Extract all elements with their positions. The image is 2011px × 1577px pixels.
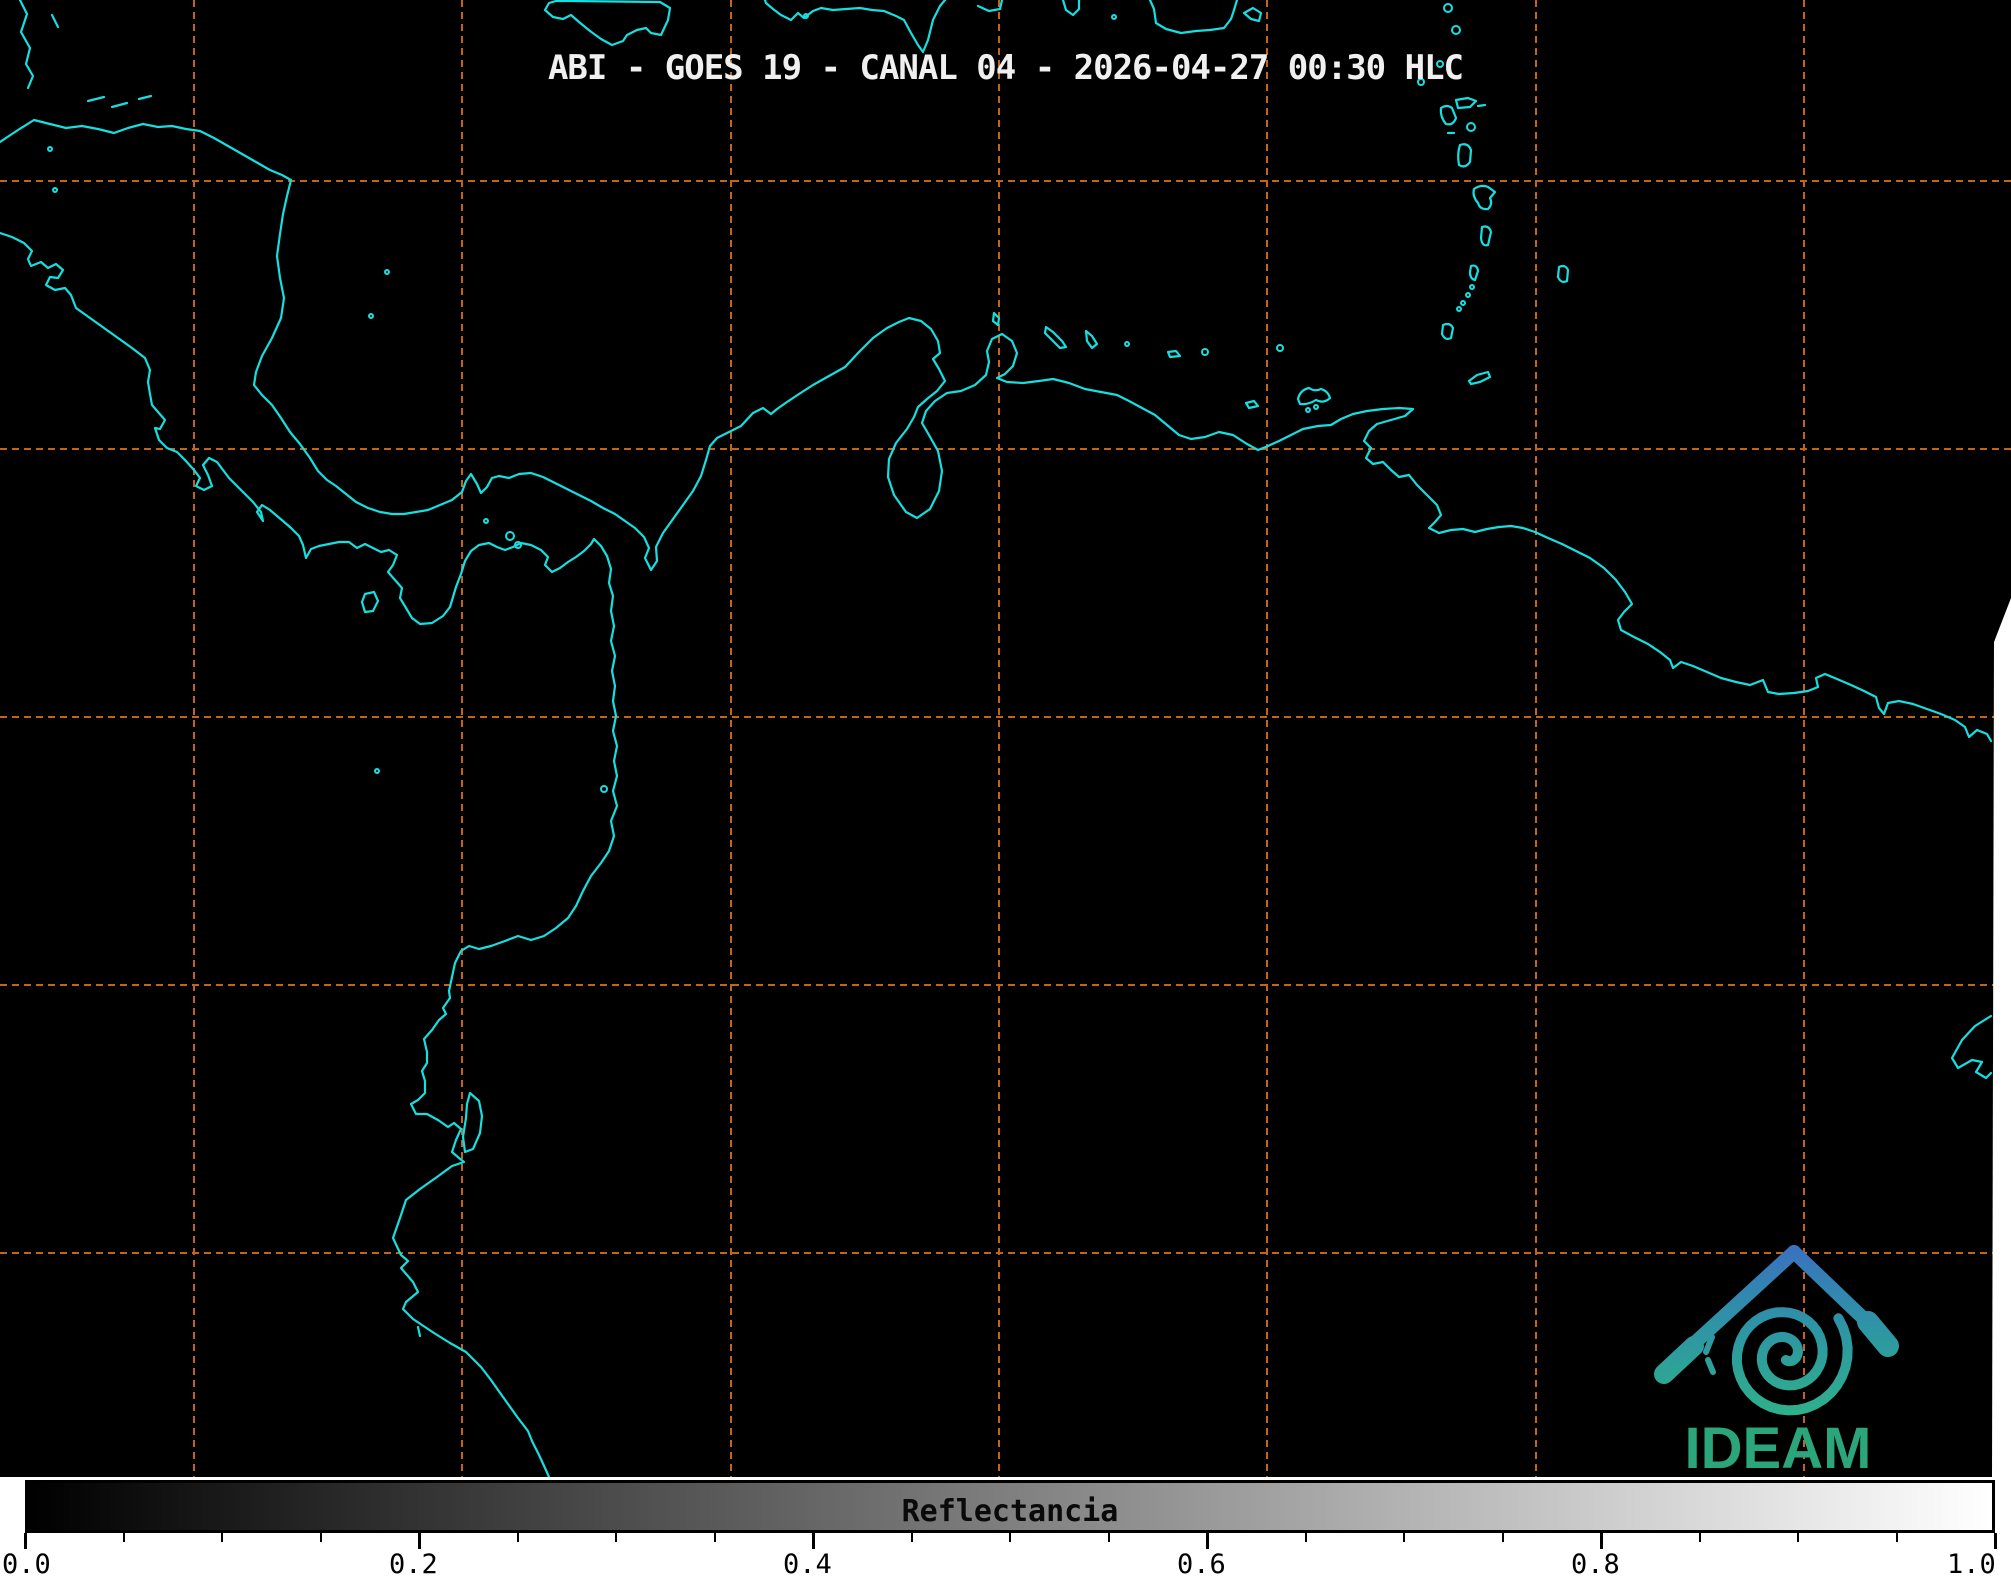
island-dot — [600, 785, 608, 793]
coastline-path — [1439, 104, 1458, 126]
island-dot — [483, 518, 489, 524]
ideam-logo-text: IDEAM — [1685, 1416, 1872, 1477]
ideam-logo: IDEAM — [1654, 1245, 1899, 1477]
logo-brush-mark — [1705, 1357, 1716, 1375]
coastline-path — [137, 94, 153, 101]
island-dot — [1124, 341, 1130, 347]
minor-tick — [1403, 1533, 1405, 1542]
island-dot — [1111, 14, 1117, 20]
scan-sector-edge — [1992, 598, 2011, 1477]
minor-tick — [1107, 1533, 1110, 1542]
island-dot — [384, 269, 390, 275]
minor-tick — [221, 1533, 223, 1542]
minor-tick — [516, 1533, 519, 1542]
coastline-path — [0, 231, 619, 1477]
minor-tick — [319, 1533, 322, 1542]
major-tick — [1993, 1533, 1997, 1549]
minor-tick — [713, 1533, 716, 1542]
minor-tick — [1009, 1533, 1011, 1542]
island-dot — [1451, 25, 1461, 35]
logo-mountain-stroke — [1654, 1336, 1704, 1384]
island-dot — [1276, 344, 1284, 352]
coastline-path — [1084, 329, 1099, 350]
tick-label: 0.0 — [2, 1549, 51, 1577]
island-dot — [1466, 122, 1476, 132]
coastline-path — [360, 590, 380, 614]
coastline-path — [1148, 0, 1239, 35]
island-dot — [1305, 407, 1311, 413]
coastline-path — [1061, 0, 1081, 17]
coastline-path — [1950, 1014, 1993, 1080]
tick-label: 1.0 — [1947, 1549, 1996, 1577]
major-tick — [23, 1533, 27, 1549]
major-tick — [811, 1533, 815, 1549]
coastline-path — [1457, 143, 1473, 168]
island-dot — [1469, 284, 1475, 290]
minor-tick — [1304, 1533, 1307, 1542]
minor-tick — [910, 1533, 913, 1542]
minor-tick — [1895, 1533, 1898, 1542]
island-dot — [1313, 404, 1319, 410]
island-dot — [1443, 3, 1453, 13]
coastline-path — [1244, 399, 1260, 410]
island-dot — [505, 531, 515, 541]
coastline-path — [1472, 184, 1497, 211]
coastline-path — [763, 0, 947, 54]
colorbar-panel: Reflectancia 0.0 0.2 0.4 0.6 0.8 1.0 — [0, 1477, 2011, 1577]
minor-tick — [1797, 1533, 1799, 1542]
colorbar-title: Reflectancia — [901, 1494, 1119, 1529]
island-dot — [368, 313, 374, 319]
coastline-path — [1467, 370, 1492, 386]
major-tick — [1599, 1533, 1603, 1549]
minor-tick — [1698, 1533, 1701, 1542]
major-tick — [1205, 1533, 1209, 1549]
coastline-path — [1440, 322, 1455, 340]
coastline-path — [110, 101, 129, 109]
island-dot — [52, 187, 58, 193]
coastline-path — [0, 118, 1993, 743]
coastline-path — [1454, 96, 1478, 110]
coastline-path — [543, 0, 672, 47]
logo-mountain-stroke — [1857, 1311, 1899, 1357]
island-dot — [1465, 292, 1471, 298]
coastline-path — [1043, 325, 1068, 350]
satellite-image-viewer: IDEAM ABI - GOES 19 - CANAL 04 - 2026-04… — [0, 0, 2011, 1577]
image-title: ABI - GOES 19 - CANAL 04 - 2026-04-27 00… — [547, 48, 1464, 88]
tick-label: 0.4 — [783, 1549, 832, 1577]
island-dot — [1201, 348, 1209, 356]
coastline-path — [1468, 264, 1480, 282]
map-canvas: IDEAM — [0, 0, 2011, 1477]
major-tick — [417, 1533, 421, 1549]
coastline-path — [1476, 103, 1487, 108]
coastline-path — [1166, 349, 1182, 359]
minor-tick — [615, 1533, 617, 1542]
tick-label: 0.6 — [1177, 1549, 1226, 1577]
island-dot — [47, 146, 53, 152]
tick-label: 0.8 — [1571, 1549, 1620, 1577]
island-dot — [374, 768, 380, 774]
latlon-grid — [0, 0, 2011, 1477]
coastlines — [0, 0, 1993, 1477]
minor-tick — [1501, 1533, 1504, 1542]
island-dot — [1460, 300, 1466, 306]
coastline-path — [416, 1325, 422, 1338]
logo-hurricane-spiral — [1731, 1307, 1853, 1416]
coastline-path — [1296, 386, 1332, 406]
coastline-path — [1556, 264, 1570, 283]
coastline-path — [86, 95, 106, 103]
satellite-map: IDEAM ABI - GOES 19 - CANAL 04 - 2026-04… — [0, 0, 2011, 1477]
coastline-path — [1242, 6, 1263, 23]
reflectance-colorbar: Reflectancia — [25, 1480, 1995, 1533]
minor-tick — [122, 1533, 125, 1542]
island-dot — [1456, 306, 1462, 312]
coastline-path — [461, 1091, 484, 1154]
coastline-path — [50, 13, 60, 29]
coastline-path — [1479, 225, 1493, 247]
tick-label: 0.2 — [389, 1549, 438, 1577]
